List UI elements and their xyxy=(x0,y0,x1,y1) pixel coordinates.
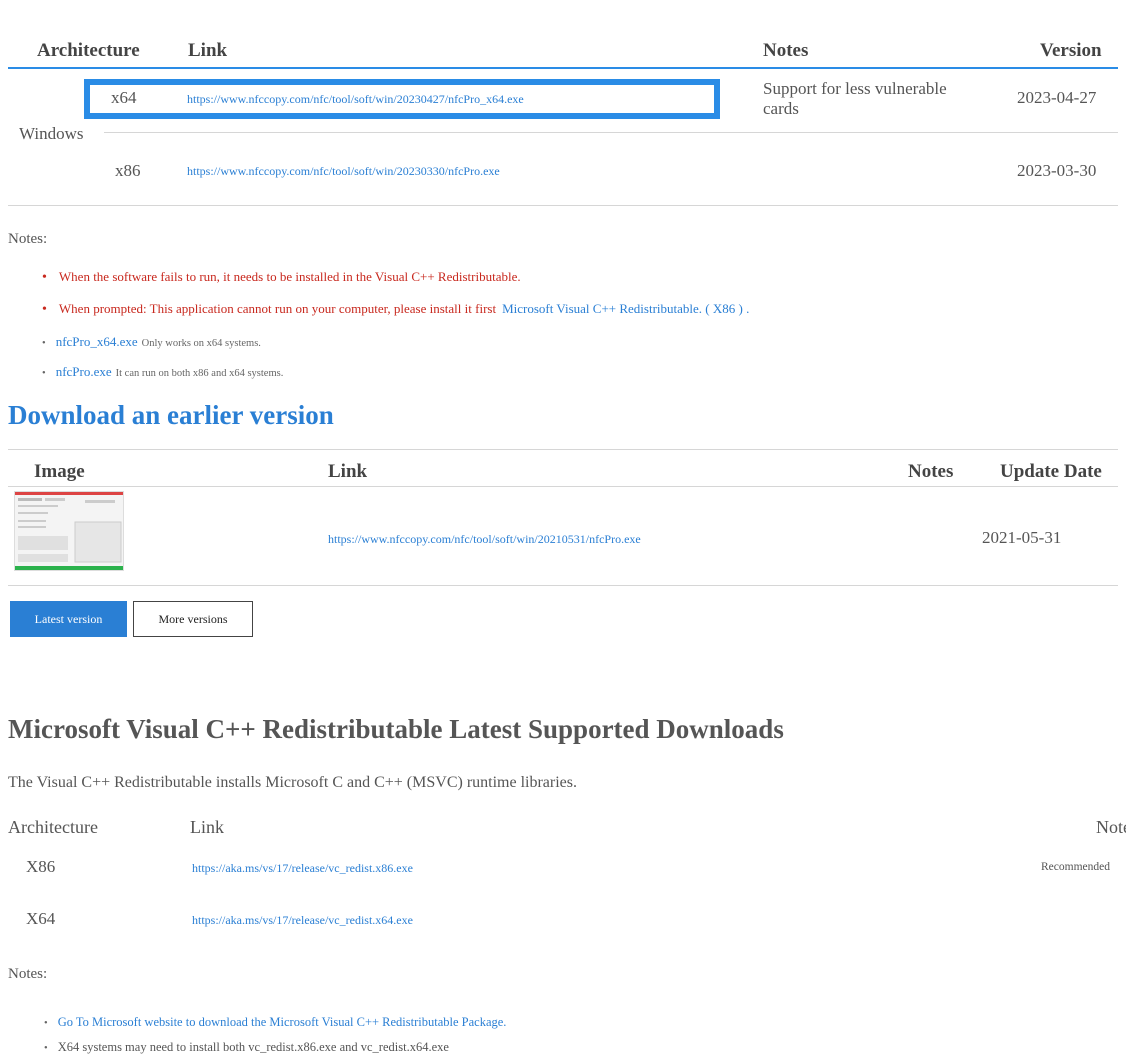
link-nfcpro-2021[interactable]: https://www.nfccopy.com/nfc/tool/soft/wi… xyxy=(328,532,641,547)
note-item-1: • When the software fails to run, it need… xyxy=(42,268,521,286)
nfcpro-x64-link[interactable]: nfcPro_x64.exe xyxy=(56,334,138,349)
earlier-header-line xyxy=(8,486,1118,487)
row-divider xyxy=(104,132,1118,133)
msvc-link-x86[interactable]: https://aka.ms/vs/17/release/vc_redist.x… xyxy=(192,861,413,876)
header-image: Image xyxy=(34,461,85,482)
note-x64: Support for less vulnerable cards xyxy=(763,79,947,118)
msvc-x86-link[interactable]: Microsoft Visual C++ Redistributable. ( … xyxy=(502,301,749,316)
note-item-2: • When prompted: This application cannot … xyxy=(42,300,749,318)
notes-label: Notes: xyxy=(8,231,48,247)
arch-x64: x64 xyxy=(111,88,137,107)
bullet-icon: • xyxy=(42,270,47,285)
header-link: Link xyxy=(328,461,368,482)
screenshot-thumbnail[interactable] xyxy=(14,491,124,571)
note-item-4: • nfcPro.exe It can run on both x86 and x… xyxy=(42,363,283,381)
msvc-header-notes: Notes xyxy=(1096,817,1126,837)
msvc-note-recommended: Recommended xyxy=(1041,861,1110,873)
version-x86: 2023-03-30 xyxy=(1017,161,1097,180)
msvc-arch-x64: X64 xyxy=(26,909,56,928)
link-nfcpro-x64[interactable]: https://www.nfccopy.com/nfc/tool/soft/wi… xyxy=(187,92,524,107)
msvc-header-architecture: Architecture xyxy=(8,817,98,837)
header-underline xyxy=(8,67,1118,69)
link-nfcpro-x86[interactable]: https://www.nfccopy.com/nfc/tool/soft/wi… xyxy=(187,164,500,179)
msvc-description: The Visual C++ Redistributable installs … xyxy=(8,774,577,791)
header-notes: Notes xyxy=(763,40,809,61)
update-date: 2021-05-31 xyxy=(982,528,1062,547)
header-notes: Notes xyxy=(908,461,954,482)
msvc-arch-x86: X86 xyxy=(26,857,56,876)
note-text: X64 systems may need to install both vc_… xyxy=(57,1040,449,1054)
bullet-icon: • xyxy=(42,368,46,379)
note-item-3: • nfcPro_x64.exe Only works on x64 system… xyxy=(42,333,261,351)
bullet-icon: • xyxy=(42,302,47,317)
bullet-icon: • xyxy=(44,1043,48,1054)
os-windows: Windows xyxy=(19,124,84,143)
msvc-title: Microsoft Visual C++ Redistributable Lat… xyxy=(8,714,784,744)
earlier-title: Download an earlier version xyxy=(8,400,334,430)
nfcpro-link[interactable]: nfcPro.exe xyxy=(56,364,112,379)
earlier-bottom-line xyxy=(8,585,1118,586)
arch-x86: x86 xyxy=(115,161,141,180)
notes2-item-1: • Go To Microsoft website to download the… xyxy=(44,1013,506,1031)
latest-version-button[interactable]: Latest version xyxy=(10,601,127,637)
thumbnail-image xyxy=(15,492,123,570)
msvc-link-x64[interactable]: https://aka.ms/vs/17/release/vc_redist.x… xyxy=(192,913,413,928)
table-bottom-line xyxy=(8,205,1118,206)
note-text: When the software fails to run, it needs… xyxy=(58,269,521,284)
note-text: Only works on x64 systems. xyxy=(141,338,261,349)
notes2-item-2: • X64 systems may need to install both vc… xyxy=(44,1038,449,1056)
header-update-date: Update Date xyxy=(1000,461,1102,482)
version-x64: 2023-04-27 xyxy=(1017,88,1097,107)
note-text: It can run on both x86 and x64 systems. xyxy=(115,368,284,379)
msvc-header-link: Link xyxy=(190,817,224,837)
more-versions-button[interactable]: More versions xyxy=(133,601,253,637)
microsoft-website-link[interactable]: Go To Microsoft website to download the … xyxy=(58,1015,507,1029)
note-text: When prompted: This application cannot r… xyxy=(58,301,497,316)
bullet-icon: • xyxy=(44,1018,48,1029)
header-architecture: Architecture xyxy=(37,40,140,61)
header-link: Link xyxy=(188,40,228,61)
bullet-icon: • xyxy=(42,338,46,349)
header-version: Version xyxy=(1040,40,1102,61)
notes2-label: Notes: xyxy=(8,966,48,982)
earlier-top-line xyxy=(8,449,1118,450)
